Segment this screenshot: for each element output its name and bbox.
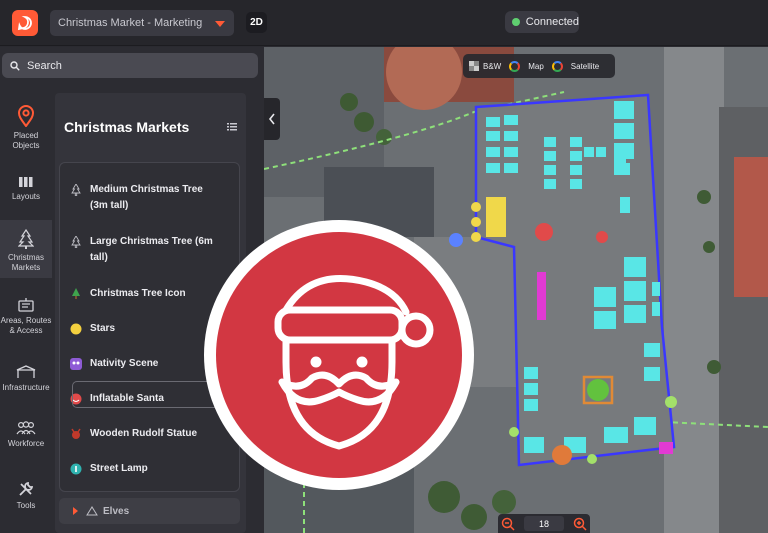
layer-satellite[interactable]: Satellite [571,62,599,71]
rail-label: Infrastructure [2,383,50,392]
top-bar: Christmas Market - Marketing 2D Connecte… [0,0,768,46]
search-input[interactable]: Search [2,53,258,78]
item-label: Medium Christmas Tree (3m tall) [90,184,203,211]
item-label: Wooden Rudolf Statue [90,428,198,439]
rail-item-christmas-markets[interactable]: Christmas Markets [0,220,52,278]
group-elves[interactable]: Elves [59,498,240,524]
pin-icon [17,105,35,127]
rail-item-placed-objects[interactable]: Placed Objects [0,93,52,159]
list-view-icon[interactable] [227,123,237,131]
rail-item-layouts[interactable]: Layouts [0,165,52,215]
columns-icon [19,177,33,187]
bw-layer-icon [469,61,479,71]
nativity-icon [70,358,82,370]
list-item-tree-icon[interactable]: Christmas Tree Icon [70,286,220,302]
item-label: Stars [90,323,116,334]
list-item-medium-tree[interactable]: Medium Christmas Tree (3m tall) [70,182,220,214]
star-dot-icon [70,323,82,335]
status-dot-icon [512,18,520,26]
rail-label: Workforce [7,439,45,448]
tent-icon [16,365,36,378]
santa-face-icon [274,275,434,450]
rail-item-areas-routes[interactable]: Areas, Routes & Access [0,288,52,346]
tree-outline-icon [71,184,81,196]
rail-item-tools[interactable]: Tools [0,469,52,519]
rail-item-workforce[interactable]: Workforce [0,411,52,461]
routes-icon [18,298,34,312]
app-root: Christmas Market - Marketing 2D Connecte… [0,0,768,533]
lamp-icon [70,463,82,475]
layer-map[interactable]: Map [528,62,544,71]
zoom-out-icon[interactable] [501,517,515,531]
chevron-left-icon [268,113,275,125]
item-label: Street Lamp [90,463,148,474]
connection-status: Connected [505,11,579,33]
view-mode-toggle[interactable]: 2D [246,12,267,33]
list-item-nativity[interactable]: Nativity Scene [70,356,220,372]
item-label: Large Christmas Tree (6m tall) [90,236,213,263]
zoom-in-icon[interactable] [573,517,587,531]
list-item-rudolf[interactable]: Wooden Rudolf Statue [70,426,220,442]
google-icon [551,60,563,72]
rail-item-infrastructure[interactable]: Infrastructure [0,355,52,405]
zoom-control: 18 [498,514,590,533]
google-icon [509,60,521,72]
logo-icon [17,16,32,31]
collapse-panel-button[interactable] [264,98,280,140]
rail-label: Tools [16,501,36,510]
category-rail: Placed Objects Layouts Christmas Markets [0,93,52,533]
project-name: Christmas Market - Marketing [58,17,203,29]
chevron-right-icon [73,507,78,515]
category-title: Christmas Markets [64,119,190,135]
zoom-level[interactable]: 18 [524,516,564,531]
chevron-down-icon [215,21,225,27]
santa-badge [204,220,474,490]
search-placeholder: Search [27,59,62,72]
search-icon [10,60,20,71]
item-label: Christmas Tree Icon [90,288,186,299]
green-tree-icon [72,288,80,299]
santa-badge-fill [216,232,462,478]
list-item-street-lamp[interactable]: Street Lamp [70,461,220,477]
rail-label: Areas, Routes & Access [0,316,52,335]
map-layer-toolbar: B&W Map Satellite [463,54,615,78]
item-label: Nativity Scene [90,358,159,369]
rail-label: Layouts [11,192,41,201]
tree-icon [18,229,34,249]
elves-icon [86,506,98,516]
list-item-large-tree[interactable]: Large Christmas Tree (6m tall) [70,234,220,266]
rail-label: Christmas Markets [7,253,44,272]
layer-bw[interactable]: B&W [483,62,501,71]
rudolf-icon [71,428,81,439]
rail-label: Placed Objects [12,131,40,150]
app-logo[interactable] [12,10,38,36]
people-icon [16,421,36,435]
tree-outline-icon [71,236,81,248]
wrench-icon [19,481,34,496]
project-select[interactable]: Christmas Market - Marketing [50,10,234,36]
list-item-stars[interactable]: Stars [70,321,220,337]
group-label: Elves [103,505,130,517]
status-label: Connected [525,16,579,28]
